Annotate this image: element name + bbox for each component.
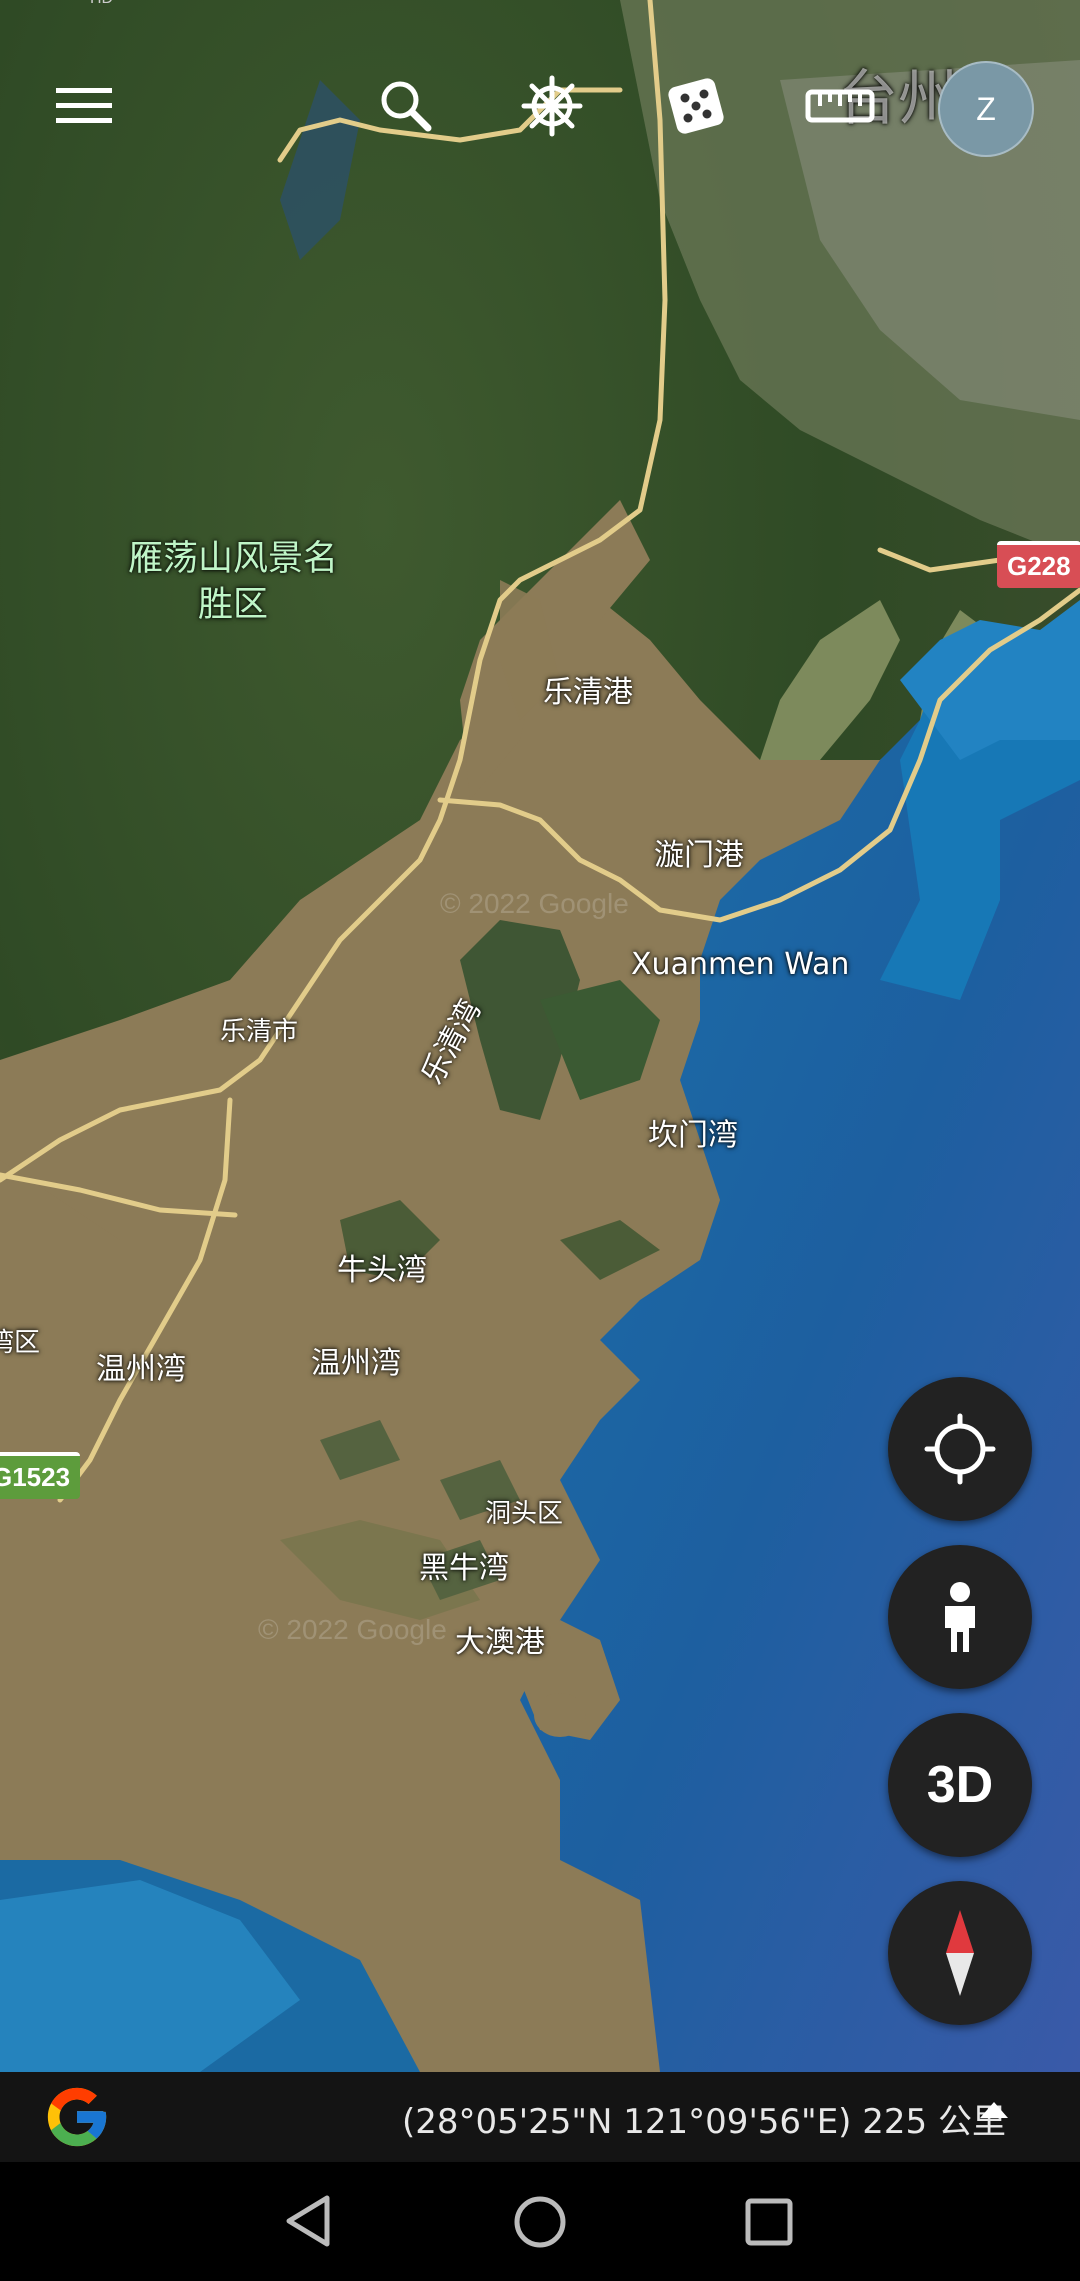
map-label-heiniu-wan[interactable]: 黑牛湾 [419,1543,509,1587]
google-g-logo [47,2087,107,2147]
street-view-button[interactable] [888,1545,1032,1689]
pegman-icon [945,1582,975,1652]
account-avatar[interactable]: Z [938,61,1034,157]
map-label-niutou-wan[interactable]: 牛头湾 [337,1245,427,1289]
expand-info-button[interactable] [978,2100,1010,2125]
highway-shield-g1523[interactable]: G1523 [0,1452,81,1499]
android-nav-bar [0,2162,1080,2281]
coordinates-readout: (28°05'25"N 121°09'56"E) 225 公里 [402,2102,1006,2142]
search-icon [381,81,432,132]
recents-square-icon [745,2198,793,2246]
compass-button[interactable] [888,1881,1032,2025]
crosshair-location-icon [924,1413,996,1485]
map-label-wenzhou-wan[interactable]: 温州湾 [311,1338,401,1382]
nav-back-button[interactable] [283,2194,333,2253]
back-triangle-icon [286,2195,330,2247]
3d-toggle-button[interactable]: 3D [888,1713,1032,1857]
map-label-dongtou-qu[interactable]: 洞头区 [485,1493,563,1530]
menu-button[interactable] [39,61,129,151]
dice-icon [668,78,724,134]
map-watermark: © 2022 Google [440,888,629,919]
map-label-wan-qu[interactable]: 湾区 [0,1322,40,1359]
map-label-yandangshan[interactable]: 雁荡山风景名胜区 [128,536,338,628]
top-toolbar: HD [0,0,1080,210]
home-circle-icon [514,2196,566,2248]
hamburger-menu-icon [56,88,112,123]
nav-home-button[interactable] [514,2196,566,2253]
feeling-lucky-button[interactable] [651,61,741,151]
map-label-wenzhou-wan[interactable]: 温州湾 [96,1344,186,1388]
map-label-yueqing-shi[interactable]: 乐清市 [220,1011,298,1048]
top-status-glyph: HD [90,0,113,8]
triangle-up-icon [980,2102,1008,2118]
my-location-button[interactable] [888,1377,1032,1521]
voyager-button[interactable] [507,61,597,151]
ruler-icon [805,89,875,123]
compass-icon [946,1910,974,1996]
search-button[interactable] [361,61,451,151]
map-label-xuanmen-gang[interactable]: 漩门港 [654,830,744,874]
measure-button[interactable] [795,61,885,151]
map-label-yueqing-gang[interactable]: 乐清港 [543,667,633,711]
map-label-kanmen-wan[interactable]: 坎门湾 [648,1110,738,1154]
map-label-daao-gang[interactable]: 大澳港 [455,1617,545,1661]
coordinates-bar: (28°05'25"N 121°09'56"E) 225 公里 [0,2072,1080,2162]
ship-wheel-icon [521,75,583,137]
map-watermark: © 2022 Google [258,1614,447,1645]
map-label-xuanmen-wan[interactable]: Xuanmen Wan [631,947,849,982]
3d-label: 3D [926,1756,994,1814]
highway-shield-g228[interactable]: G228 [997,541,1080,588]
nav-recents-button[interactable] [745,2198,793,2251]
